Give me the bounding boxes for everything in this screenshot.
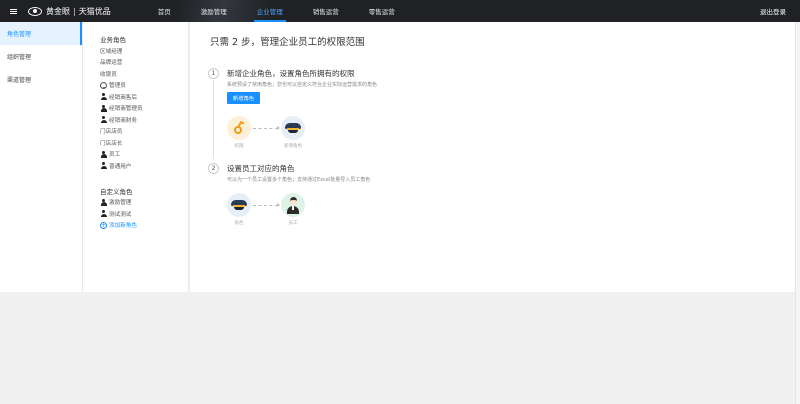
business-roles-title: 业务角色	[100, 36, 126, 44]
step-number: 2	[208, 163, 219, 174]
nav-item-home[interactable]: 首页	[143, 0, 186, 22]
sidebar-item-org-management[interactable]: 组织管理	[0, 45, 82, 68]
role-item[interactable]: 管理员	[100, 80, 188, 92]
add-role-label: 添加新角色	[109, 223, 137, 230]
flow-node-permission: 权限	[227, 116, 251, 149]
user-icon	[100, 210, 107, 218]
nav-item-sales[interactable]: 销售运营	[298, 0, 354, 22]
role-item[interactable]: 区域经理	[100, 45, 188, 57]
smiley-icon	[100, 81, 107, 89]
role-label: 激励管理	[109, 200, 132, 207]
flow-label: 权限	[234, 144, 244, 149]
arrow-right-icon	[251, 193, 281, 217]
step-description: 系统预设了常用角色；您也可以自定义符合企业实际运营需求的角色	[227, 82, 378, 88]
role-item[interactable]: 员工	[100, 149, 188, 161]
flow-node-new-role: 新增角色	[281, 116, 305, 149]
flow-diagram: 权限 新增角色	[227, 116, 305, 149]
key-icon	[227, 116, 251, 140]
role-item[interactable]: 门店店长	[100, 137, 188, 149]
role-cap-icon	[227, 193, 251, 217]
brand-name: 黄金眼	[46, 6, 70, 16]
role-label: 门店店长	[100, 140, 123, 147]
main-content: 只需 2 步，管理企业员工的权限范围 1 新增企业角色，设置角色所拥有的权限 系…	[190, 22, 800, 292]
role-item[interactable]: 经销商售后	[100, 91, 188, 103]
role-list-panel: 业务角色 区域经理 品牌运营 收银员 管理员 经销商售后 经销商管理员 经销商财…	[83, 22, 189, 292]
step-number: 1	[208, 68, 219, 79]
flow-label: 新增角色	[284, 144, 302, 149]
flow-diagram: 角色 员工	[227, 193, 305, 226]
add-role-button[interactable]: 新增角色	[227, 92, 260, 104]
flow-label: 员工	[288, 221, 298, 226]
role-label: 收银员	[100, 71, 117, 78]
arrow-right-icon	[251, 116, 281, 140]
role-item[interactable]: 激励管理	[100, 197, 188, 209]
role-cap-icon	[281, 116, 305, 140]
top-navigation-bar: 黄金眼 | 天猫优品 首页 激励管理 企业管理 销售运营 零售运营 退出登录	[0, 0, 800, 22]
role-label: 经销商管理员	[109, 106, 143, 113]
role-label: 员工	[109, 152, 121, 159]
page-title: 只需 2 步，管理企业员工的权限范围	[210, 37, 365, 48]
step-title: 新增企业角色，设置角色所拥有的权限	[227, 69, 355, 78]
brand-subname: 天猫优品	[78, 6, 111, 16]
vertical-scrollbar[interactable]	[795, 22, 800, 404]
role-label: 门店店员	[100, 129, 123, 136]
role-label: 普通用户	[109, 163, 132, 170]
sidebar-item-role-management[interactable]: 角色管理	[0, 22, 82, 45]
role-item[interactable]: 测试测试	[100, 208, 188, 220]
step-connector	[213, 80, 214, 159]
step-title: 设置员工对应的角色	[227, 164, 295, 173]
user-icon	[100, 104, 107, 112]
role-label: 经销商售后	[109, 94, 137, 101]
flow-node-role: 角色	[227, 193, 251, 226]
role-label: 品牌运营	[100, 60, 123, 67]
nav-item-enterprise[interactable]: 企业管理	[242, 0, 298, 22]
role-item[interactable]: 收银员	[100, 68, 188, 80]
plus-circle-icon: +	[100, 221, 107, 229]
user-icon	[100, 162, 107, 170]
employee-icon	[281, 193, 305, 217]
role-item[interactable]: 经销商管理员	[100, 103, 188, 115]
user-icon	[100, 198, 107, 206]
role-label: 测试测试	[109, 211, 132, 218]
step-description: 可以为一个员工设置多个角色；支持通过Excel批量导入员工角色	[227, 177, 371, 183]
nav-item-retail[interactable]: 零售运营	[354, 0, 410, 22]
user-icon	[100, 116, 107, 124]
role-item[interactable]: 普通用户	[100, 160, 188, 172]
role-label: 经销商财务	[109, 117, 137, 124]
role-label: 区域经理	[100, 48, 123, 55]
custom-roles-title: 自定义角色	[100, 187, 133, 196]
hamburger-menu-icon[interactable]	[4, 0, 22, 22]
nav-item-incentive[interactable]: 激励管理	[186, 0, 242, 22]
user-icon	[100, 150, 107, 158]
main-nav: 首页 激励管理 企业管理 销售运营 零售运营	[143, 0, 410, 22]
role-label: 管理员	[109, 83, 126, 90]
sidebar: 角色管理 组织管理 渠道管理	[0, 22, 83, 292]
role-item[interactable]: 品牌运营	[100, 57, 188, 69]
brand[interactable]: 黄金眼 | 天猫优品	[28, 6, 111, 17]
role-item[interactable]: 门店店员	[100, 126, 188, 138]
page-background	[0, 292, 800, 404]
flow-label: 角色	[234, 221, 244, 226]
flow-node-employee: 员工	[281, 193, 305, 226]
logout-link[interactable]: 退出登录	[760, 0, 786, 22]
eye-logo-icon	[28, 6, 42, 16]
role-item[interactable]: 经销商财务	[100, 114, 188, 126]
sidebar-item-channel-management[interactable]: 渠道管理	[0, 68, 82, 91]
add-role-link[interactable]: + 添加新角色	[100, 220, 188, 232]
user-icon	[100, 93, 107, 101]
brand-separator: |	[73, 6, 76, 16]
